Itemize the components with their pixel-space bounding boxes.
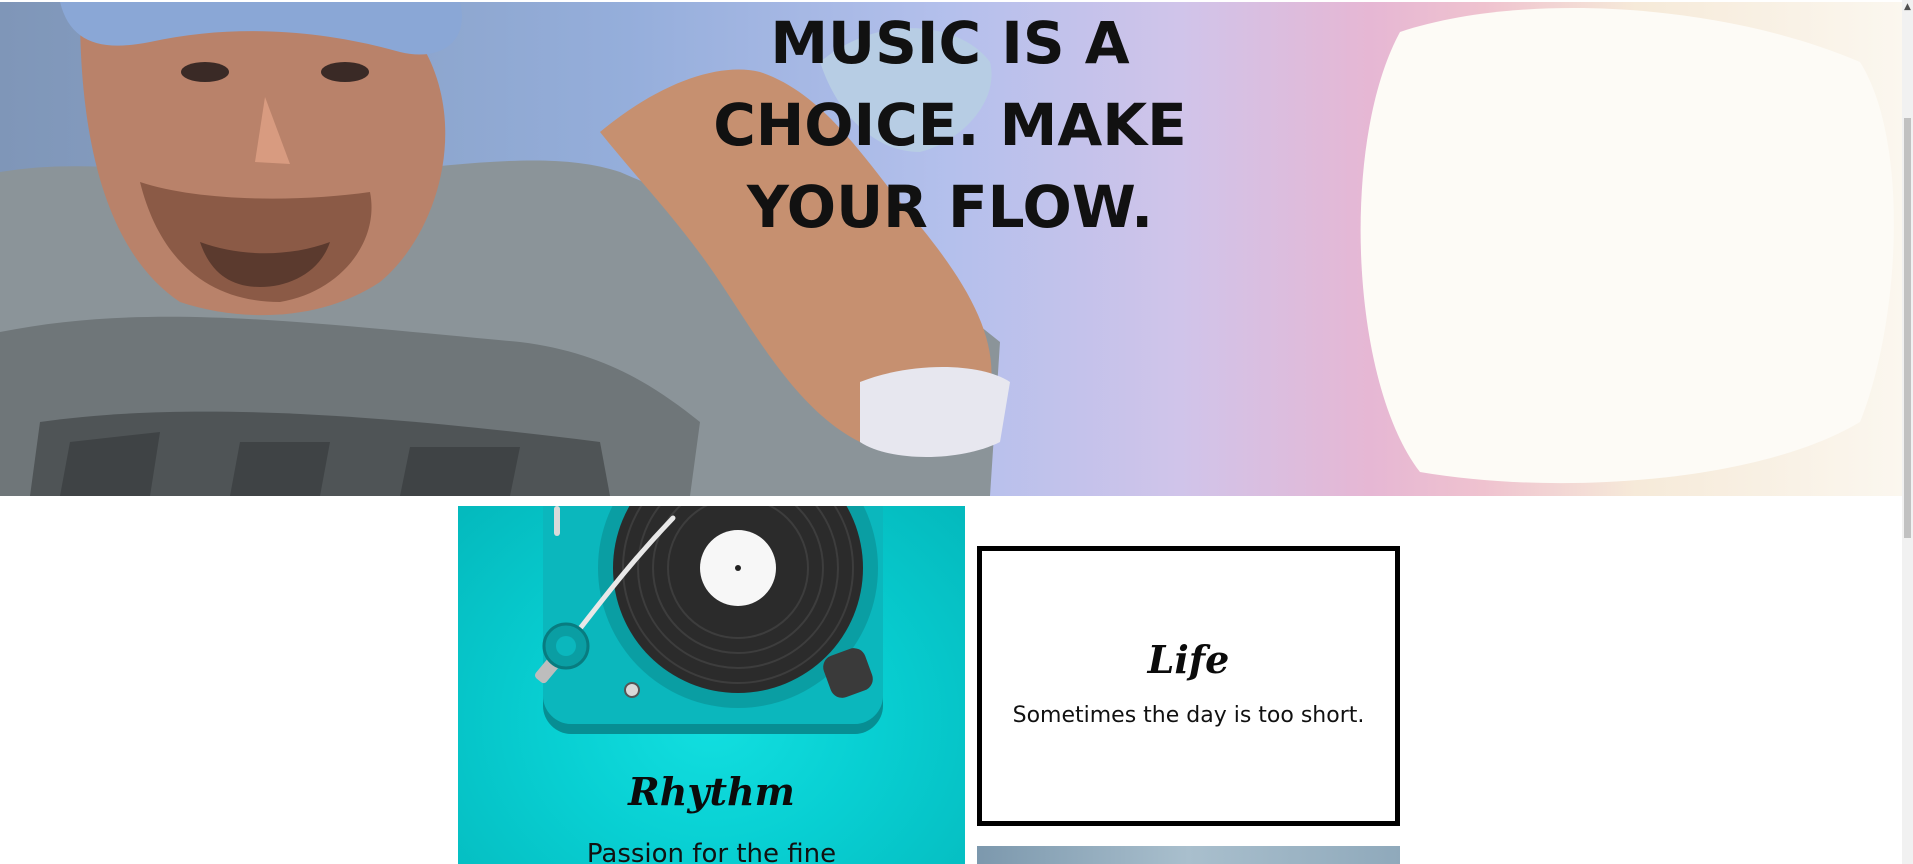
life-text: Sometimes the day is too short. xyxy=(1012,703,1365,728)
next-tile-image[interactable] xyxy=(977,846,1400,864)
scroll-up-arrow-icon[interactable]: ▲ xyxy=(1902,0,1913,14)
hero-banner: MUSIC IS A CHOICE. MAKE YOUR FLOW. xyxy=(0,2,1902,496)
life-tile[interactable]: Life Sometimes the day is too short. xyxy=(977,546,1400,826)
hero-title: MUSIC IS A CHOICE. MAKE YOUR FLOW. xyxy=(713,9,1187,241)
rhythm-heading: Rhythm xyxy=(628,769,795,814)
life-heading: Life xyxy=(1147,637,1230,682)
page-viewport: MUSIC IS A CHOICE. MAKE YOUR FLOW. Rhyth… xyxy=(0,0,1913,864)
scrollbar-thumb[interactable] xyxy=(1904,118,1911,538)
rhythm-tile[interactable]: Rhythm Passion for the fine xyxy=(458,506,965,864)
rhythm-text: Passion for the fine xyxy=(586,839,837,864)
vertical-scrollbar[interactable]: ▲ xyxy=(1902,0,1913,864)
